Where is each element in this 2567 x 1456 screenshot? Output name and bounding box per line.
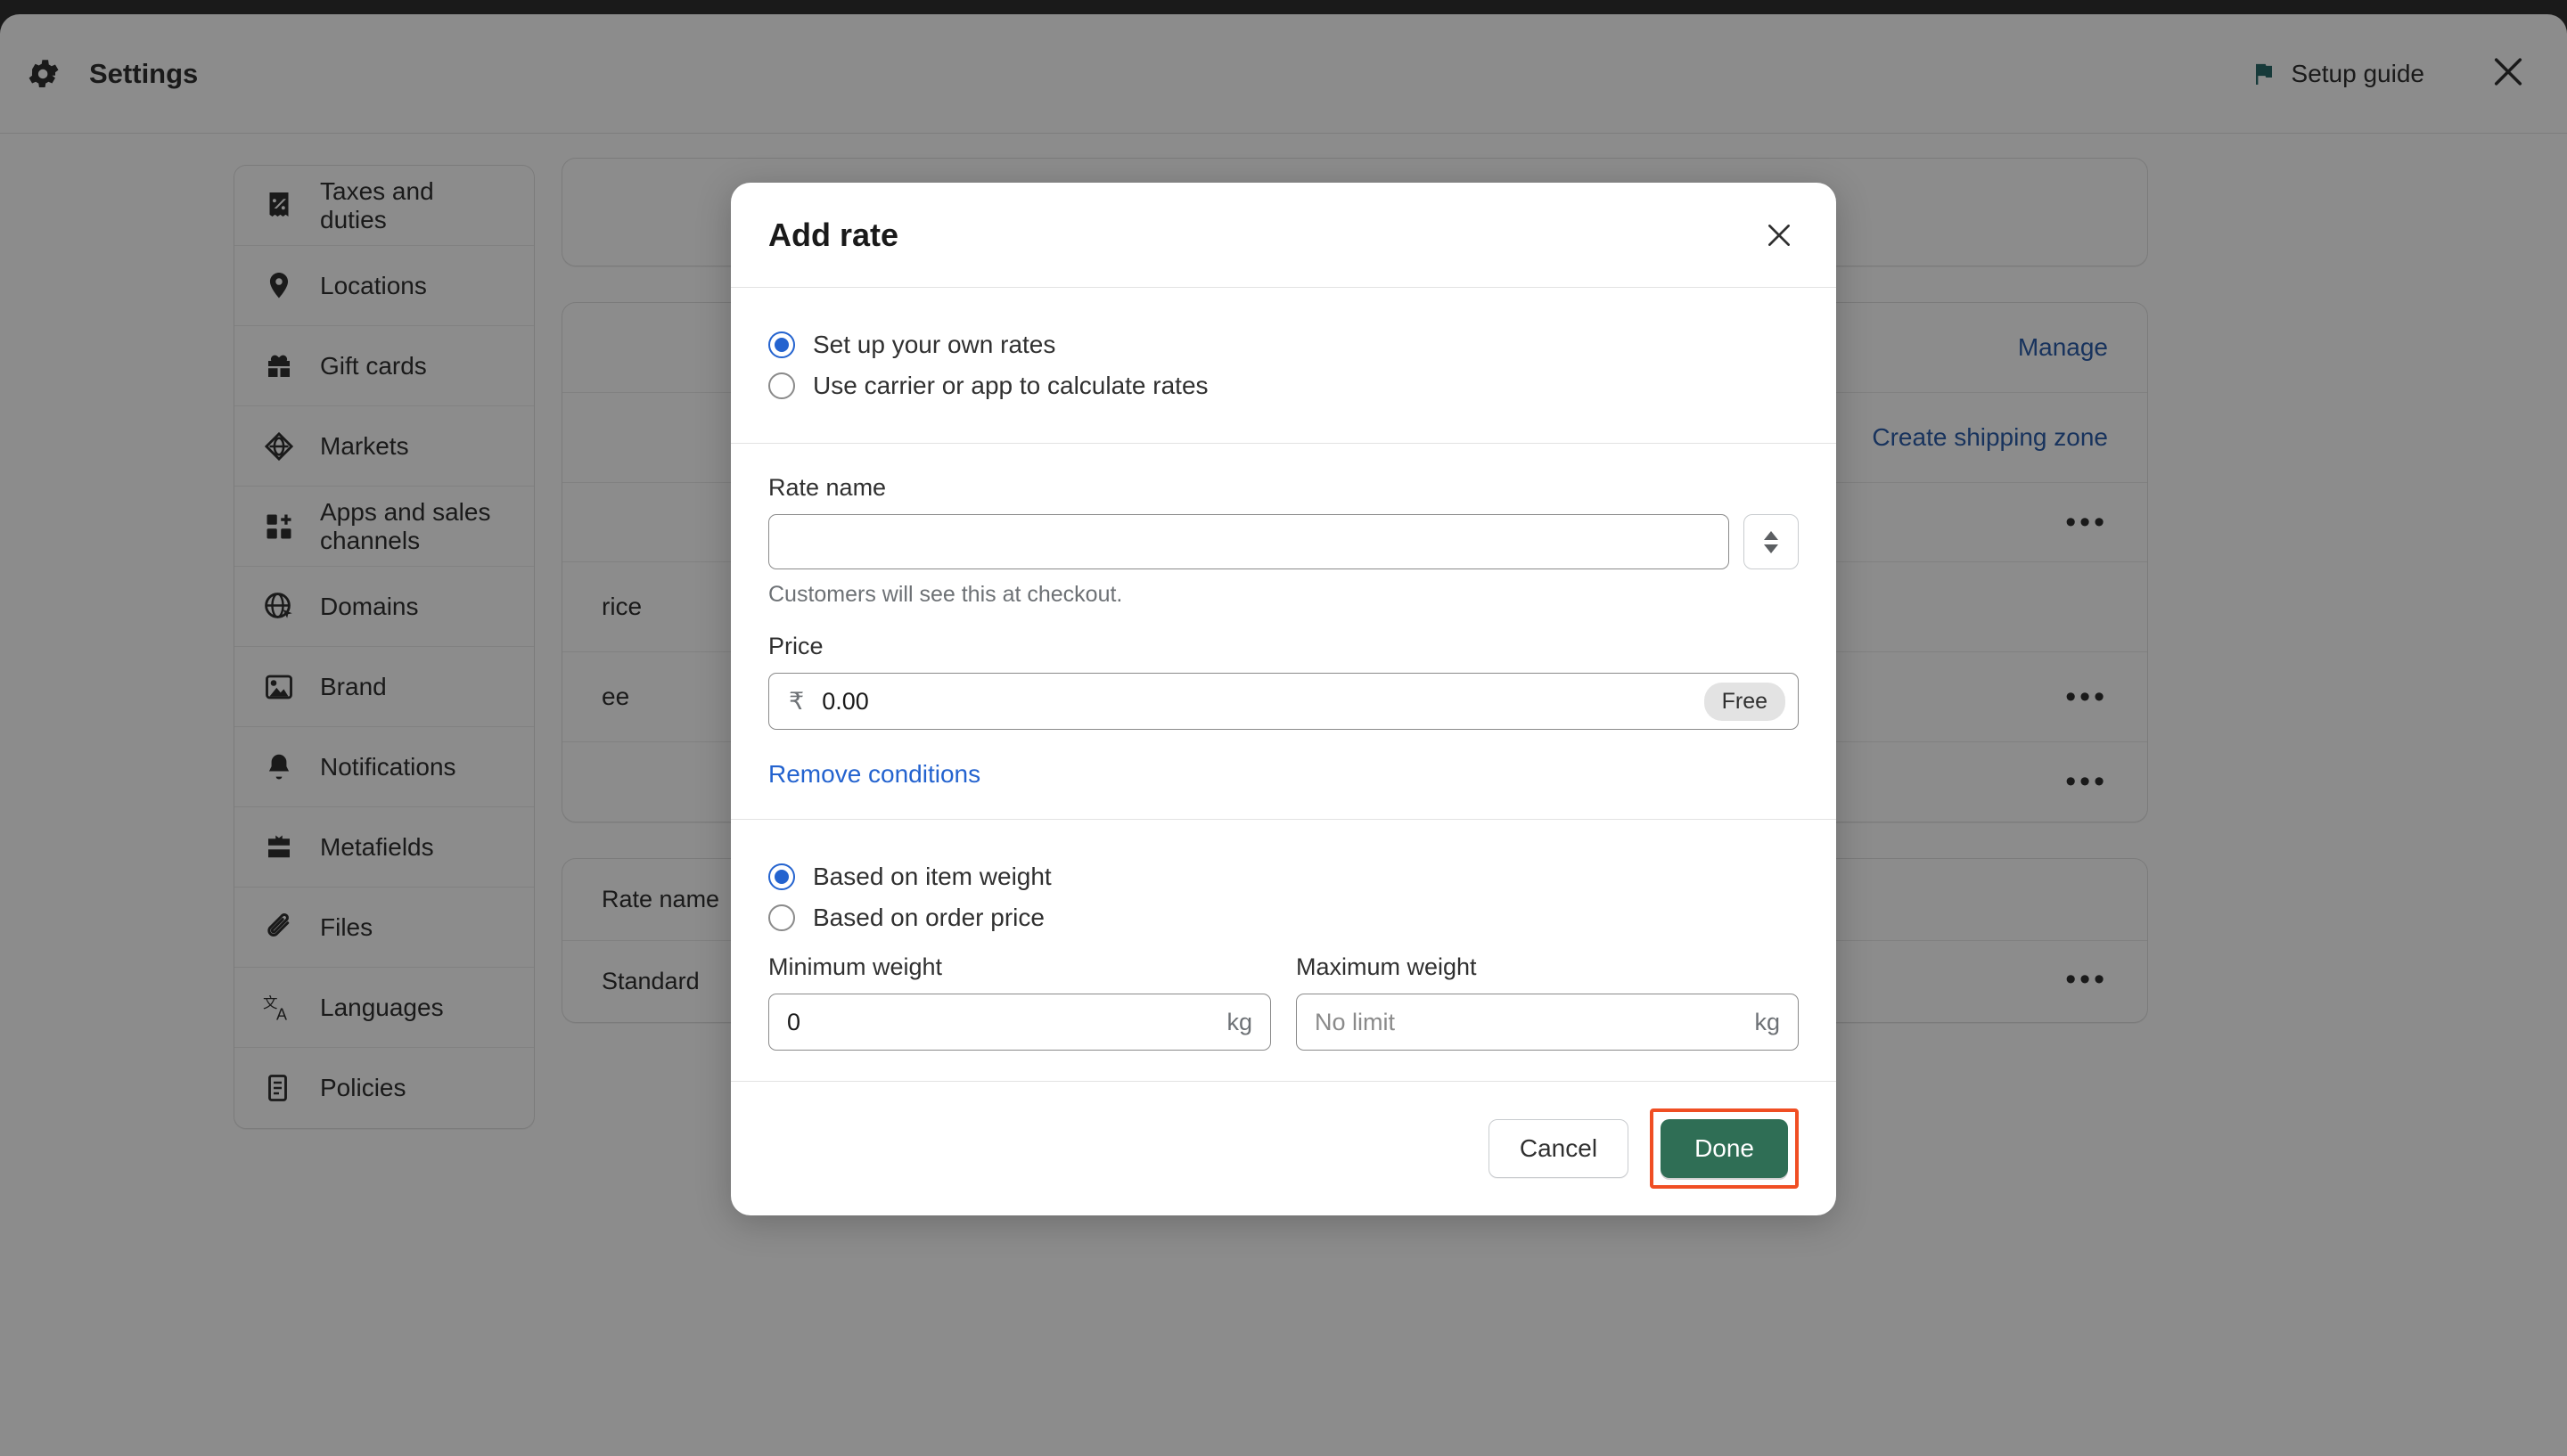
max-weight-field: Maximum weight No limit kg bbox=[1296, 953, 1799, 1051]
radio-label: Set up your own rates bbox=[813, 331, 1056, 358]
rate-name-stepper[interactable] bbox=[1743, 514, 1799, 569]
rate-name-row bbox=[768, 514, 1799, 569]
price-value: 0.00 bbox=[822, 687, 869, 715]
radio-label: Based on order price bbox=[813, 904, 1045, 931]
max-weight-unit: kg bbox=[1754, 1008, 1780, 1035]
min-weight-input[interactable]: 0 kg bbox=[768, 994, 1271, 1051]
min-weight-label: Minimum weight bbox=[768, 953, 943, 980]
radio-based-on-item-weight[interactable]: Based on item weight bbox=[768, 863, 1799, 891]
modal-header: Add rate bbox=[731, 183, 1836, 288]
max-weight-value: No limit bbox=[1315, 1008, 1396, 1035]
radio-use-carrier-or-app[interactable]: Use carrier or app to calculate rates bbox=[768, 372, 1799, 400]
conditions-section: Based on item weight Based on order pric… bbox=[731, 820, 1836, 1081]
price-input[interactable]: ₹ 0.00 Free bbox=[768, 673, 1799, 730]
radio-based-on-order-price[interactable]: Based on order price bbox=[768, 904, 1799, 932]
radio-set-up-own-rates[interactable]: Set up your own rates bbox=[768, 331, 1799, 359]
max-weight-input[interactable]: No limit kg bbox=[1296, 994, 1799, 1051]
done-button-highlight: Done bbox=[1650, 1108, 1799, 1189]
radio-indicator bbox=[768, 904, 795, 931]
min-weight-value: 0 bbox=[787, 1008, 801, 1035]
currency-symbol: ₹ bbox=[789, 687, 805, 715]
chevron-down-icon bbox=[1764, 544, 1778, 553]
modal-close-button[interactable] bbox=[1759, 216, 1799, 255]
min-weight-field: Minimum weight 0 kg bbox=[768, 953, 1271, 1051]
chevron-up-icon bbox=[1764, 530, 1778, 540]
max-weight-label: Maximum weight bbox=[1296, 953, 1477, 980]
close-icon bbox=[1768, 224, 1790, 246]
rate-name-label: Rate name bbox=[768, 474, 887, 501]
done-button[interactable]: Done bbox=[1661, 1119, 1788, 1178]
modal-footer: Cancel Done bbox=[731, 1081, 1836, 1215]
rate-type-section: Set up your own rates Use carrier or app… bbox=[731, 288, 1836, 444]
cancel-button[interactable]: Cancel bbox=[1488, 1119, 1629, 1178]
rate-name-input[interactable] bbox=[768, 514, 1729, 569]
radio-indicator bbox=[768, 372, 795, 399]
add-rate-modal: Add rate Set up your own rates Use carri… bbox=[731, 183, 1836, 1215]
radio-label: Based on item weight bbox=[813, 863, 1052, 890]
radio-indicator bbox=[768, 331, 795, 358]
min-weight-unit: kg bbox=[1226, 1008, 1252, 1035]
rate-details-section: Rate name Customers will see this at che… bbox=[731, 444, 1836, 820]
remove-conditions-link[interactable]: Remove conditions bbox=[768, 760, 1799, 789]
free-badge: Free bbox=[1703, 682, 1785, 721]
modal-title: Add rate bbox=[768, 216, 899, 253]
price-label: Price bbox=[768, 633, 824, 659]
rate-name-help-text: Customers will see this at checkout. bbox=[768, 582, 1123, 607]
weight-range-row: Minimum weight 0 kg Maximum weight No li… bbox=[768, 953, 1799, 1051]
radio-label: Use carrier or app to calculate rates bbox=[813, 372, 1209, 399]
radio-indicator bbox=[768, 863, 795, 890]
